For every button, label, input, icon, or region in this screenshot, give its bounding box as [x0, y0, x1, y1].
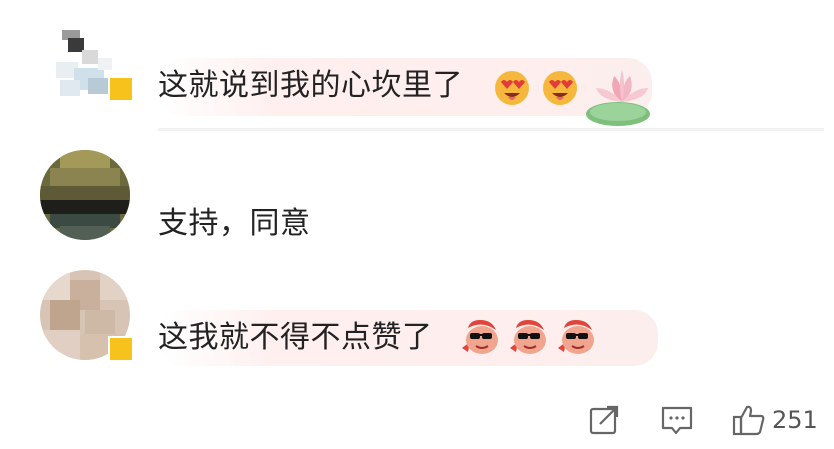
action-bar: 251 [0, 396, 834, 444]
share-button[interactable] [588, 396, 620, 444]
cool-fish-icon [554, 318, 598, 364]
like-count: 251 [772, 406, 818, 434]
avatar[interactable] [40, 150, 130, 240]
comment-text: 这就说到我的心坎里了 [158, 68, 463, 103]
share-icon [589, 405, 619, 435]
vip-badge-icon [108, 336, 134, 362]
like-button[interactable]: 251 [732, 396, 818, 444]
divider [158, 128, 824, 131]
comment-text: 这我就不得不点赞了 [158, 320, 433, 355]
lotus-icon [582, 62, 662, 134]
cool-fish-icon [506, 318, 550, 364]
comment-item: 支持，同意 [0, 135, 834, 260]
heart-eyes-face-icon [540, 68, 580, 112]
comment-text: 支持，同意 [158, 206, 311, 241]
comment-icon [661, 406, 693, 435]
vip-badge-icon [108, 76, 134, 102]
comment-item: 这就说到我的心坎里了 [0, 0, 834, 135]
comment-item: 这我就不得不点赞了 [0, 260, 834, 380]
comment-button[interactable] [660, 396, 694, 444]
cool-fish-icon [458, 318, 502, 364]
thumbs-up-icon [732, 405, 765, 436]
heart-eyes-face-icon [492, 68, 532, 112]
